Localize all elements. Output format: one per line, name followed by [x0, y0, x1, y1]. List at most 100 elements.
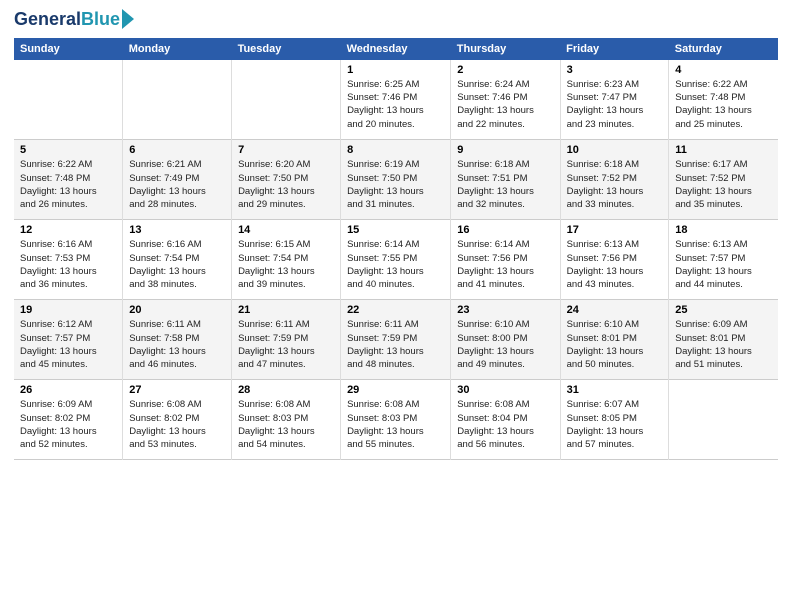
day-info: Sunrise: 6:22 AM Sunset: 7:48 PM Dayligh… [675, 78, 772, 131]
calendar-day-22: 22 Sunrise: 6:11 AM Sunset: 7:59 PM Dayli… [341, 300, 451, 380]
calendar-week-row: 19Sunrise: 6:12 AM Sunset: 7:57 PM Dayli… [14, 300, 778, 380]
day-info: Sunrise: 6:15 AM Sunset: 7:54 PM Dayligh… [238, 238, 334, 291]
day-number: 21 [238, 304, 334, 316]
calendar-day-21: 21 Sunrise: 6:11 AM Sunset: 7:59 PM Dayli… [232, 300, 341, 380]
day-number: 9 [457, 144, 553, 156]
day-number: 30 [457, 384, 553, 396]
day-info: Sunrise: 6:13 AM Sunset: 7:56 PM Dayligh… [567, 238, 663, 291]
logo-arrow-icon [122, 9, 134, 29]
day-header-tuesday: Tuesday [232, 38, 341, 60]
day-number: 7 [238, 144, 334, 156]
calendar-day-23: 23 Sunrise: 6:10 AM Sunset: 8:00 PM Dayli… [451, 300, 560, 380]
day-number: 18 [675, 224, 772, 236]
calendar-day-12: 12 Sunrise: 6:16 AM Sunset: 7:53 PM Dayli… [14, 220, 123, 300]
calendar-day-3: 3 Sunrise: 6:23 AM Sunset: 7:47 PM Daylig… [560, 60, 669, 140]
calendar-day-15: 15Sunrise: 6:14 AM Sunset: 7:55 PM Dayli… [341, 220, 451, 300]
calendar-table: SundayMondayTuesdayWednesdayThursdayFrid… [14, 38, 778, 461]
calendar-week-row: 5 Sunrise: 6:22 AM Sunset: 7:48 PM Daylig… [14, 140, 778, 220]
day-info: Sunrise: 6:14 AM Sunset: 7:55 PM Dayligh… [347, 238, 444, 291]
calendar-day-14: 14 Sunrise: 6:15 AM Sunset: 7:54 PM Dayli… [232, 220, 341, 300]
day-info: Sunrise: 6:10 AM Sunset: 8:01 PM Dayligh… [567, 318, 663, 371]
calendar-day-19: 19Sunrise: 6:12 AM Sunset: 7:57 PM Dayli… [14, 300, 123, 380]
calendar-day-24: 24 Sunrise: 6:10 AM Sunset: 8:01 PM Dayli… [560, 300, 669, 380]
calendar-day-7: 7 Sunrise: 6:20 AM Sunset: 7:50 PM Daylig… [232, 140, 341, 220]
calendar-empty-cell [14, 60, 123, 140]
day-number: 3 [567, 64, 663, 76]
day-number: 20 [129, 304, 225, 316]
day-number: 4 [675, 64, 772, 76]
calendar-week-row: 12 Sunrise: 6:16 AM Sunset: 7:53 PM Dayli… [14, 220, 778, 300]
calendar-day-18: 18Sunrise: 6:13 AM Sunset: 7:57 PM Dayli… [669, 220, 778, 300]
day-info: Sunrise: 6:23 AM Sunset: 7:47 PM Dayligh… [567, 78, 663, 131]
day-info: Sunrise: 6:10 AM Sunset: 8:00 PM Dayligh… [457, 318, 553, 371]
calendar-day-5: 5 Sunrise: 6:22 AM Sunset: 7:48 PM Daylig… [14, 140, 123, 220]
day-info: Sunrise: 6:20 AM Sunset: 7:50 PM Dayligh… [238, 158, 334, 211]
day-header-monday: Monday [123, 38, 232, 60]
day-number: 12 [20, 224, 116, 236]
day-info: Sunrise: 6:07 AM Sunset: 8:05 PM Dayligh… [567, 398, 663, 451]
day-info: Sunrise: 6:14 AM Sunset: 7:56 PM Dayligh… [457, 238, 553, 291]
day-number: 10 [567, 144, 663, 156]
day-info: Sunrise: 6:16 AM Sunset: 7:54 PM Dayligh… [129, 238, 225, 291]
calendar-empty-cell [232, 60, 341, 140]
day-header-sunday: Sunday [14, 38, 123, 60]
day-info: Sunrise: 6:11 AM Sunset: 7:59 PM Dayligh… [347, 318, 444, 371]
day-number: 19 [20, 304, 116, 316]
day-number: 23 [457, 304, 553, 316]
day-info: Sunrise: 6:18 AM Sunset: 7:52 PM Dayligh… [567, 158, 663, 211]
day-info: Sunrise: 6:21 AM Sunset: 7:49 PM Dayligh… [129, 158, 225, 211]
logo-text: GeneralBlue [14, 10, 120, 30]
calendar-week-row: 26Sunrise: 6:09 AM Sunset: 8:02 PM Dayli… [14, 380, 778, 460]
day-number: 6 [129, 144, 225, 156]
day-number: 24 [567, 304, 663, 316]
day-info: Sunrise: 6:09 AM Sunset: 8:02 PM Dayligh… [20, 398, 116, 451]
day-info: Sunrise: 6:11 AM Sunset: 7:58 PM Dayligh… [129, 318, 225, 371]
day-info: Sunrise: 6:16 AM Sunset: 7:53 PM Dayligh… [20, 238, 116, 291]
day-info: Sunrise: 6:08 AM Sunset: 8:02 PM Dayligh… [129, 398, 225, 451]
day-header-wednesday: Wednesday [341, 38, 451, 60]
calendar-day-8: 8 Sunrise: 6:19 AM Sunset: 7:50 PM Daylig… [341, 140, 451, 220]
calendar-day-17: 17 Sunrise: 6:13 AM Sunset: 7:56 PM Dayli… [560, 220, 669, 300]
day-number: 2 [457, 64, 553, 76]
day-number: 22 [347, 304, 444, 316]
calendar-day-25: 25Sunrise: 6:09 AM Sunset: 8:01 PM Dayli… [669, 300, 778, 380]
day-info: Sunrise: 6:17 AM Sunset: 7:52 PM Dayligh… [675, 158, 772, 211]
day-number: 1 [347, 64, 444, 76]
day-info: Sunrise: 6:25 AM Sunset: 7:46 PM Dayligh… [347, 78, 444, 131]
header: GeneralBlue [14, 10, 778, 30]
day-info: Sunrise: 6:18 AM Sunset: 7:51 PM Dayligh… [457, 158, 553, 211]
calendar-day-4: 4 Sunrise: 6:22 AM Sunset: 7:48 PM Daylig… [669, 60, 778, 140]
calendar-day-28: 28Sunrise: 6:08 AM Sunset: 8:03 PM Dayli… [232, 380, 341, 460]
day-number: 29 [347, 384, 444, 396]
calendar-day-6: 6 Sunrise: 6:21 AM Sunset: 7:49 PM Daylig… [123, 140, 232, 220]
calendar-empty-cell [123, 60, 232, 140]
day-info: Sunrise: 6:08 AM Sunset: 8:04 PM Dayligh… [457, 398, 553, 451]
calendar-day-9: 9 Sunrise: 6:18 AM Sunset: 7:51 PM Daylig… [451, 140, 560, 220]
day-info: Sunrise: 6:11 AM Sunset: 7:59 PM Dayligh… [238, 318, 334, 371]
day-number: 13 [129, 224, 225, 236]
day-number: 14 [238, 224, 334, 236]
day-header-thursday: Thursday [451, 38, 560, 60]
calendar-day-20: 20 Sunrise: 6:11 AM Sunset: 7:58 PM Dayli… [123, 300, 232, 380]
day-info: Sunrise: 6:19 AM Sunset: 7:50 PM Dayligh… [347, 158, 444, 211]
calendar-empty-cell [669, 380, 778, 460]
calendar-header-row: SundayMondayTuesdayWednesdayThursdayFrid… [14, 38, 778, 60]
day-number: 27 [129, 384, 225, 396]
day-number: 31 [567, 384, 663, 396]
day-header-friday: Friday [560, 38, 669, 60]
day-info: Sunrise: 6:08 AM Sunset: 8:03 PM Dayligh… [238, 398, 334, 451]
day-number: 5 [20, 144, 116, 156]
day-header-saturday: Saturday [669, 38, 778, 60]
calendar-day-31: 31 Sunrise: 6:07 AM Sunset: 8:05 PM Dayli… [560, 380, 669, 460]
day-number: 16 [457, 224, 553, 236]
calendar-day-16: 16 Sunrise: 6:14 AM Sunset: 7:56 PM Dayli… [451, 220, 560, 300]
calendar-day-26: 26Sunrise: 6:09 AM Sunset: 8:02 PM Dayli… [14, 380, 123, 460]
day-number: 17 [567, 224, 663, 236]
calendar-day-2: 2Sunrise: 6:24 AM Sunset: 7:46 PM Daylig… [451, 60, 560, 140]
calendar-day-13: 13 Sunrise: 6:16 AM Sunset: 7:54 PM Dayli… [123, 220, 232, 300]
calendar-week-row: 1 Sunrise: 6:25 AM Sunset: 7:46 PM Daylig… [14, 60, 778, 140]
day-number: 25 [675, 304, 772, 316]
day-number: 8 [347, 144, 444, 156]
calendar-day-11: 11Sunrise: 6:17 AM Sunset: 7:52 PM Dayli… [669, 140, 778, 220]
day-info: Sunrise: 6:22 AM Sunset: 7:48 PM Dayligh… [20, 158, 116, 211]
